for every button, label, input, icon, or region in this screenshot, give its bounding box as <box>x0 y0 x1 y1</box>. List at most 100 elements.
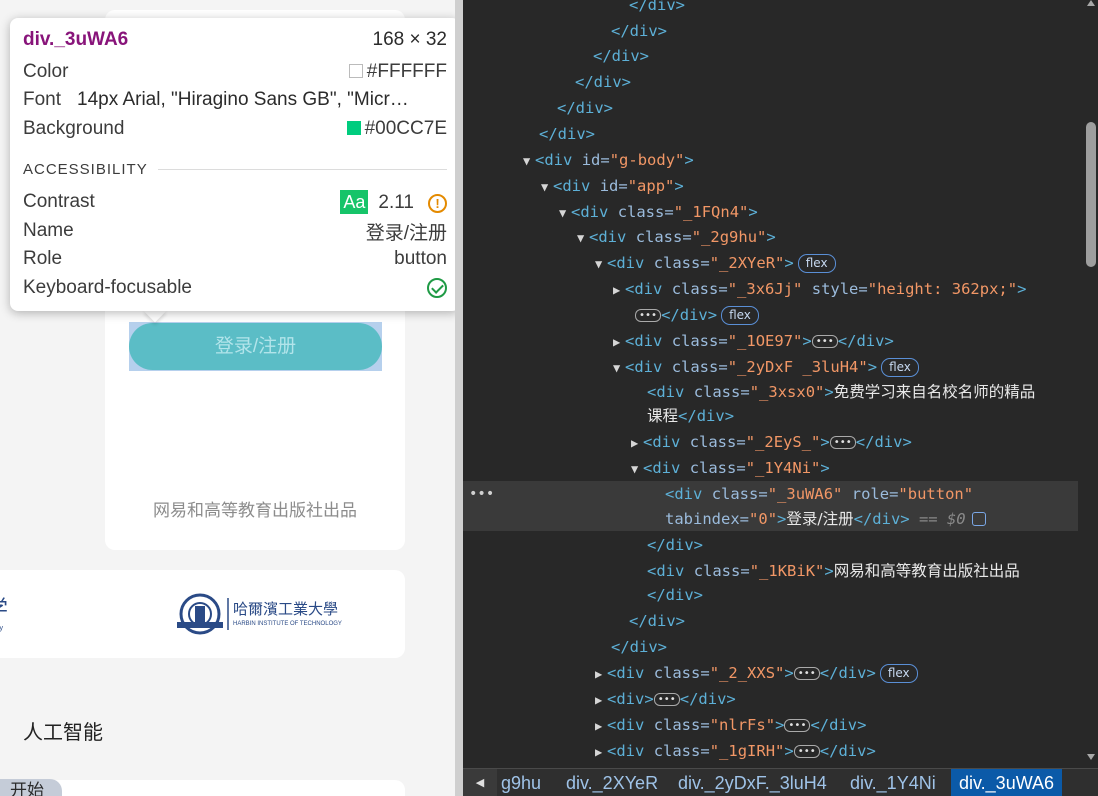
dom-node-1Y4Ni-close[interactable]: </div> <box>463 532 1078 558</box>
dom-node-2_XXS[interactable]: ▶ <div class="_2_XXS"> ••• </div> flex <box>463 660 1078 686</box>
tag-name: div <box>674 485 703 503</box>
login-register-button[interactable]: 登录/注册 <box>129 322 382 371</box>
collapse-triangle-icon[interactable]: ▶ <box>613 329 625 355</box>
tag-name: div <box>598 228 627 246</box>
dom-node-1KBiK-close[interactable]: </div> <box>463 582 1078 608</box>
panel-resize-handle[interactable] <box>455 0 463 796</box>
tooltip-name-value: 登录/注册 <box>365 222 447 244</box>
breadcrumb-item-active[interactable]: div._3uWA6 <box>951 769 1063 796</box>
collapse-triangle-icon[interactable]: ▶ <box>595 739 607 765</box>
dom-node-3x6Jj[interactable]: ▶ <div class="_3x6Jj" style="height: 362p… <box>463 276 1078 302</box>
tag-name: div <box>838 742 867 760</box>
flex-badge[interactable]: flex <box>721 306 759 325</box>
expand-triangle-icon[interactable]: ▼ <box>631 456 643 482</box>
contrast-aa-badge: Aa <box>340 190 369 214</box>
breadcrumb-item[interactable]: div._1Y4Ni <box>850 769 936 796</box>
tag-name: div <box>874 433 903 451</box>
scroll-down-arrow-icon[interactable] <box>1087 754 1095 760</box>
dom-node-3xsx0-cont[interactable]: 课程</div> <box>463 403 1078 429</box>
expand-triangle-icon[interactable]: ▼ <box>523 148 535 174</box>
tooltip-font-label: Font <box>23 89 62 110</box>
attr-name: style <box>811 280 859 298</box>
expand-triangle-icon[interactable]: ▼ <box>559 200 571 226</box>
dom-node-1OE97[interactable]: ▶ <div class="_1OE97"> ••• </div> <box>463 328 1078 354</box>
dom-node-1FQn4[interactable]: ▼ <div class="_1FQn4"> <box>463 199 1078 225</box>
expand-triangle-icon[interactable]: ▼ <box>541 174 553 200</box>
dom-node-2EyS[interactable]: ▶ <div class="_2EyS_"> ••• </div> <box>463 429 1078 455</box>
dom-node-2g9hu[interactable]: ▼ <div class="_2g9hu"> <box>463 224 1078 250</box>
flex-badge[interactable]: flex <box>881 358 919 377</box>
dom-node-2yDxF[interactable]: ▼ <div class="_2yDxF _3luH4"> flex <box>463 354 1078 380</box>
tooltip-role-value: button <box>394 248 447 269</box>
hit-emblem-base <box>177 622 223 628</box>
dom-node-g-body[interactable]: ▼ <div id="g-body"> <box>463 147 1078 173</box>
dom-node-nlrFs[interactable]: ▶ <div class="nlrFs"> ••• </div> <box>463 712 1078 738</box>
attr-value: _3xsx0 <box>759 383 816 401</box>
closing-tag: </div> <box>593 47 649 65</box>
dom-node[interactable]: </div> <box>463 18 1078 44</box>
tooltip-keyboard-label: Keyboard-focusable <box>23 277 192 298</box>
expand-triangle-icon[interactable]: ▼ <box>613 355 625 381</box>
tooltip-contrast-value-wrap: Aa 2.11! <box>340 190 447 214</box>
attr-value: _1KBiK <box>759 562 816 580</box>
ellipsis-button[interactable]: ••• <box>811 335 838 348</box>
partial-university-logo: 学 ity <box>0 597 8 632</box>
tag-name: div <box>634 358 663 376</box>
ellipsis-button[interactable]: ••• <box>829 436 856 449</box>
more-options-icon[interactable]: ••• <box>469 481 494 507</box>
attr-value: _2g9hu <box>701 228 758 246</box>
dom-node-div[interactable]: ▶ <div> ••• </div> <box>463 686 1078 712</box>
tag-name: div <box>872 510 901 528</box>
attr-name: class <box>653 716 701 734</box>
attr-name: id <box>599 177 619 195</box>
dom-node[interactable]: </div> <box>463 0 1078 18</box>
flex-badge[interactable]: flex <box>879 664 918 683</box>
breadcrumb-item[interactable]: g9hu <box>501 769 541 796</box>
dom-node-2yDxF-close[interactable]: </div> <box>463 608 1078 634</box>
dom-node-3x6Jj-close[interactable]: ••• </div> flex <box>463 302 1078 328</box>
copy-icon[interactable] <box>971 512 986 526</box>
attr-value: _1Y4Ni <box>755 459 812 477</box>
collapse-triangle-icon[interactable]: ▶ <box>595 687 607 713</box>
tooltip-contrast-row: Contrast Aa 2.11! <box>23 189 447 215</box>
attr-value: _1OE97 <box>737 332 794 350</box>
dom-node[interactable]: </div> <box>463 43 1078 69</box>
scroll-up-arrow-icon[interactable] <box>1087 0 1095 6</box>
vertical-scrollbar[interactable] <box>1083 0 1098 766</box>
flex-badge[interactable]: flex <box>797 254 836 273</box>
collapse-triangle-icon[interactable]: ▶ <box>595 713 607 739</box>
dom-node-app[interactable]: ▼ <div id="app"> <box>463 173 1078 199</box>
tag-name: div <box>696 407 725 425</box>
collapse-triangle-icon[interactable]: ▶ <box>613 277 625 303</box>
login-register-label[interactable]: 登录/注册 <box>129 323 382 370</box>
dom-node[interactable]: </div> <box>463 121 1078 147</box>
hit-emblem-core <box>195 606 205 622</box>
dom-node-1Y4Ni[interactable]: ▼ <div class="_1Y4Ni"> <box>463 455 1078 481</box>
collapse-triangle-icon[interactable]: ▶ <box>595 661 607 687</box>
hit-logo[interactable]: 哈爾濱工業大學 HARBIN INSTITUTE OF TECHNOLOGY <box>175 592 345 636</box>
expand-triangle-icon[interactable]: ▼ <box>595 251 607 277</box>
ellipsis-button[interactable]: ••• <box>653 693 680 706</box>
ellipsis-button[interactable]: ••• <box>793 745 820 758</box>
ellipsis-button[interactable]: ••• <box>635 309 662 322</box>
dom-node[interactable]: </div> <box>463 95 1078 121</box>
breadcrumb-item[interactable]: div._2XYeR <box>566 769 658 796</box>
scrollbar-thumb[interactable] <box>1086 122 1096 267</box>
dom-node-1gIRH[interactable]: ▶ <div class="_1gIRH"> ••• </div> <box>463 738 1078 764</box>
dom-node-2XYeR-close[interactable]: </div> <box>463 634 1078 660</box>
dom-node-3xsx0[interactable]: <div class="_3xsx0">免费学习来自名校名师的精品 <box>463 379 1078 405</box>
dom-node[interactable]: </div> <box>463 69 1078 95</box>
breadcrumb-left-arrow-icon[interactable]: ◀ <box>463 769 497 796</box>
closing-tag: </div> <box>557 99 613 117</box>
dom-node-2XYeR[interactable]: ▼ <div class="_2XYeR"> flex <box>463 250 1078 276</box>
collapse-triangle-icon[interactable]: ▶ <box>631 430 643 456</box>
closing-tag: </div> <box>629 0 685 14</box>
dom-node-selected-3uWA6[interactable]: ••• <div class="_3uWA6" role="button" ta… <box>463 481 1078 531</box>
ellipsis-button[interactable]: ••• <box>793 667 820 680</box>
expand-triangle-icon[interactable]: ▼ <box>577 225 589 251</box>
dom-node-1KBiK[interactable]: <div class="_1KBiK">网易和高等教育出版社出品 <box>463 558 1078 584</box>
devtools-elements-panel: </div> </div> </div> </div> </div> </div… <box>463 0 1098 796</box>
ellipsis-button[interactable]: ••• <box>784 719 811 732</box>
tooltip-header: div._3uWA6 168 × 32 <box>23 27 447 53</box>
breadcrumb-item[interactable]: div._2yDxF._3luH4 <box>678 769 827 796</box>
